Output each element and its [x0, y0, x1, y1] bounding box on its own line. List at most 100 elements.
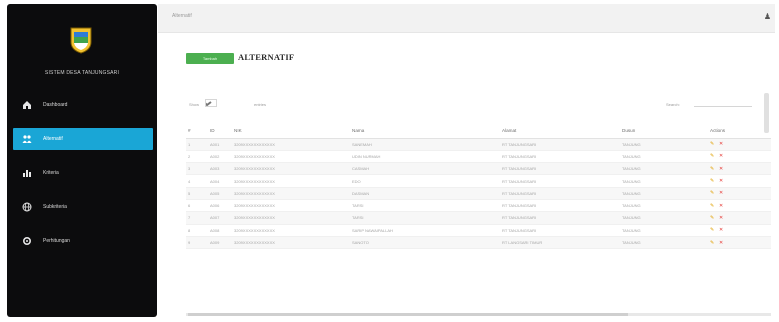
- sidebar-item-alternatif[interactable]: Alternatif: [13, 128, 153, 150]
- user-icon[interactable]: ♟: [764, 12, 771, 21]
- sidebar-item-perhitungan[interactable]: Perhitungan: [7, 230, 157, 252]
- scrollbar-thumb[interactable]: [188, 313, 628, 316]
- delete-icon[interactable]: ✕: [719, 154, 724, 159]
- column-header-id[interactable]: ID: [208, 124, 232, 139]
- table-cell: UDIN NURMAH: [350, 150, 500, 164]
- table-cell: A003: [208, 162, 232, 176]
- actions-cell: ✎ ✕: [708, 199, 771, 213]
- horizontal-scrollbar[interactable]: [186, 313, 771, 316]
- breadcrumb: Alternatif: [172, 13, 192, 19]
- users-icon: [21, 134, 33, 144]
- delete-icon[interactable]: ✕: [719, 191, 724, 196]
- table-cell: TANJUNG: [620, 236, 708, 250]
- table-cell: 6: [186, 199, 208, 213]
- table-header-row: # ID NIK Nama Alamat Dusun Actions: [186, 124, 771, 139]
- table-cell: CASMAH: [350, 162, 500, 176]
- page-title: ALTERNATIF: [238, 52, 295, 62]
- sidebar-item-subkriteria[interactable]: Subkriteria: [7, 196, 157, 218]
- top-bar: Alternatif ♟: [158, 4, 775, 32]
- table-cell: SANOTO: [350, 236, 500, 250]
- delete-icon[interactable]: ✕: [719, 215, 724, 221]
- table-cell: A002: [208, 150, 232, 164]
- main-content: Tambah ALTERNATIF Show 10 entries Search…: [158, 33, 775, 317]
- edit-icon[interactable]: ✎: [710, 191, 715, 196]
- edit-icon[interactable]: ✎: [710, 166, 715, 172]
- table-cell: TARSI: [350, 211, 500, 225]
- edit-icon[interactable]: ✎: [710, 142, 715, 147]
- column-header-alamat[interactable]: Alamat: [500, 124, 620, 139]
- sidebar-item-kriteria[interactable]: Kriteria: [7, 162, 157, 184]
- table-cell: RT LANGSARI TIMUR: [500, 236, 620, 250]
- actions-cell: ✎ ✕: [708, 150, 771, 164]
- sidebar-menu: Dashboard Alternatif Kriteria Subkriteri…: [7, 94, 157, 264]
- table-cell: 5: [186, 187, 208, 200]
- delete-icon[interactable]: ✕: [719, 179, 724, 184]
- delete-icon[interactable]: ✕: [719, 166, 724, 172]
- edit-icon[interactable]: ✎: [710, 215, 715, 221]
- sidebar-item-label: Kriteria: [43, 170, 59, 176]
- table-cell: DASMAN: [350, 187, 500, 200]
- table-cell: 4: [186, 174, 208, 188]
- column-header-no[interactable]: #: [186, 124, 208, 139]
- alternatif-table: # ID NIK Nama Alamat Dusun Actions 1 A001…: [186, 124, 771, 250]
- column-header-nama[interactable]: Nama: [350, 124, 500, 139]
- table-row: 9 A009 3209XXXXXXXXXXXX SANOTO RT LANGSARI T…: [186, 236, 771, 250]
- edit-icon[interactable]: ✎: [710, 240, 715, 246]
- table-cell: TARSI: [350, 199, 500, 213]
- table-cell: 1: [186, 138, 208, 151]
- edit-icon[interactable]: ✎: [710, 228, 715, 233]
- actions-cell: ✎ ✕: [708, 211, 771, 225]
- column-header-actions: Actions: [708, 124, 771, 139]
- actions-cell: ✎ ✕: [708, 187, 771, 200]
- table-cell: 3209XXXXXXXXXXXX: [232, 199, 350, 213]
- sidebar-item-label: Dashboard: [43, 102, 68, 108]
- table-cell: TANJUNG: [620, 174, 708, 188]
- sidebar-item-dashboard[interactable]: Dashboard: [7, 94, 157, 116]
- delete-icon[interactable]: ✕: [719, 142, 724, 147]
- row-actions: ✎ ✕: [710, 154, 724, 159]
- row-actions: ✎ ✕: [710, 142, 724, 147]
- add-button[interactable]: Tambah: [186, 53, 234, 64]
- table-cell: RT TANJUNGSARI: [500, 150, 620, 164]
- search-input[interactable]: [694, 99, 752, 107]
- table-cell: TANJUNG: [620, 224, 708, 237]
- table-row: 2 A002 3209XXXXXXXXXXXX UDIN NURMAH RT TANJU…: [186, 150, 771, 164]
- table-cell: 8: [186, 224, 208, 237]
- bar-chart-icon: [21, 168, 33, 178]
- table-cell: RT TANJUNGSARI: [500, 199, 620, 213]
- actions-cell: ✎ ✕: [708, 138, 771, 151]
- edit-icon[interactable]: ✎: [710, 179, 715, 184]
- delete-icon[interactable]: ✕: [719, 228, 724, 233]
- table-cell: SARIP NAWAIPALLAH: [350, 224, 500, 237]
- table-cell: TANJUNG: [620, 211, 708, 225]
- table-cell: A009: [208, 236, 232, 250]
- table-cell: RT TANJUNGSARI: [500, 174, 620, 188]
- table-cell: A006: [208, 199, 232, 213]
- table-cell: 3209XXXXXXXXXXXX: [232, 187, 350, 200]
- table-cell: 3209XXXXXXXXXXXX: [232, 150, 350, 164]
- entries-select[interactable]: 10: [205, 99, 217, 107]
- table-row: 5 A005 3209XXXXXXXXXXXX DASMAN RT TANJUNGSAR…: [186, 187, 771, 200]
- entries-label: entries: [254, 102, 267, 107]
- table-cell: TANJUNG: [620, 150, 708, 164]
- table-cell: 3209XXXXXXXXXXXX: [232, 174, 350, 188]
- row-actions: ✎ ✕: [710, 228, 724, 233]
- table-cell: RT TANJUNGSARI: [500, 211, 620, 225]
- table-cell: 3: [186, 162, 208, 176]
- edit-icon[interactable]: ✎: [710, 154, 715, 159]
- table-cell: RT TANJUNGSARI: [500, 187, 620, 200]
- row-actions: ✎ ✕: [710, 166, 724, 172]
- column-header-nik[interactable]: NIK: [232, 124, 350, 139]
- delete-icon[interactable]: ✕: [719, 203, 724, 209]
- table-row: 6 A006 3209XXXXXXXXXXXX TARSI RT TANJUNGSARI…: [186, 199, 771, 213]
- table-cell: 9: [186, 236, 208, 250]
- table-cell: TANJUNG: [620, 187, 708, 200]
- table-cell: A008: [208, 224, 232, 237]
- delete-icon[interactable]: ✕: [719, 240, 724, 246]
- table-row: 3 A003 3209XXXXXXXXXXXX CASMAH RT TANJUNGSAR…: [186, 162, 771, 176]
- edit-icon[interactable]: ✎: [710, 203, 715, 209]
- table-cell: 3209XXXXXXXXXXXX: [232, 162, 350, 176]
- column-header-dusun[interactable]: Dusun: [620, 124, 708, 139]
- search-label: Search:: [666, 102, 680, 107]
- table-cell: RT TANJUNGSARI: [500, 224, 620, 237]
